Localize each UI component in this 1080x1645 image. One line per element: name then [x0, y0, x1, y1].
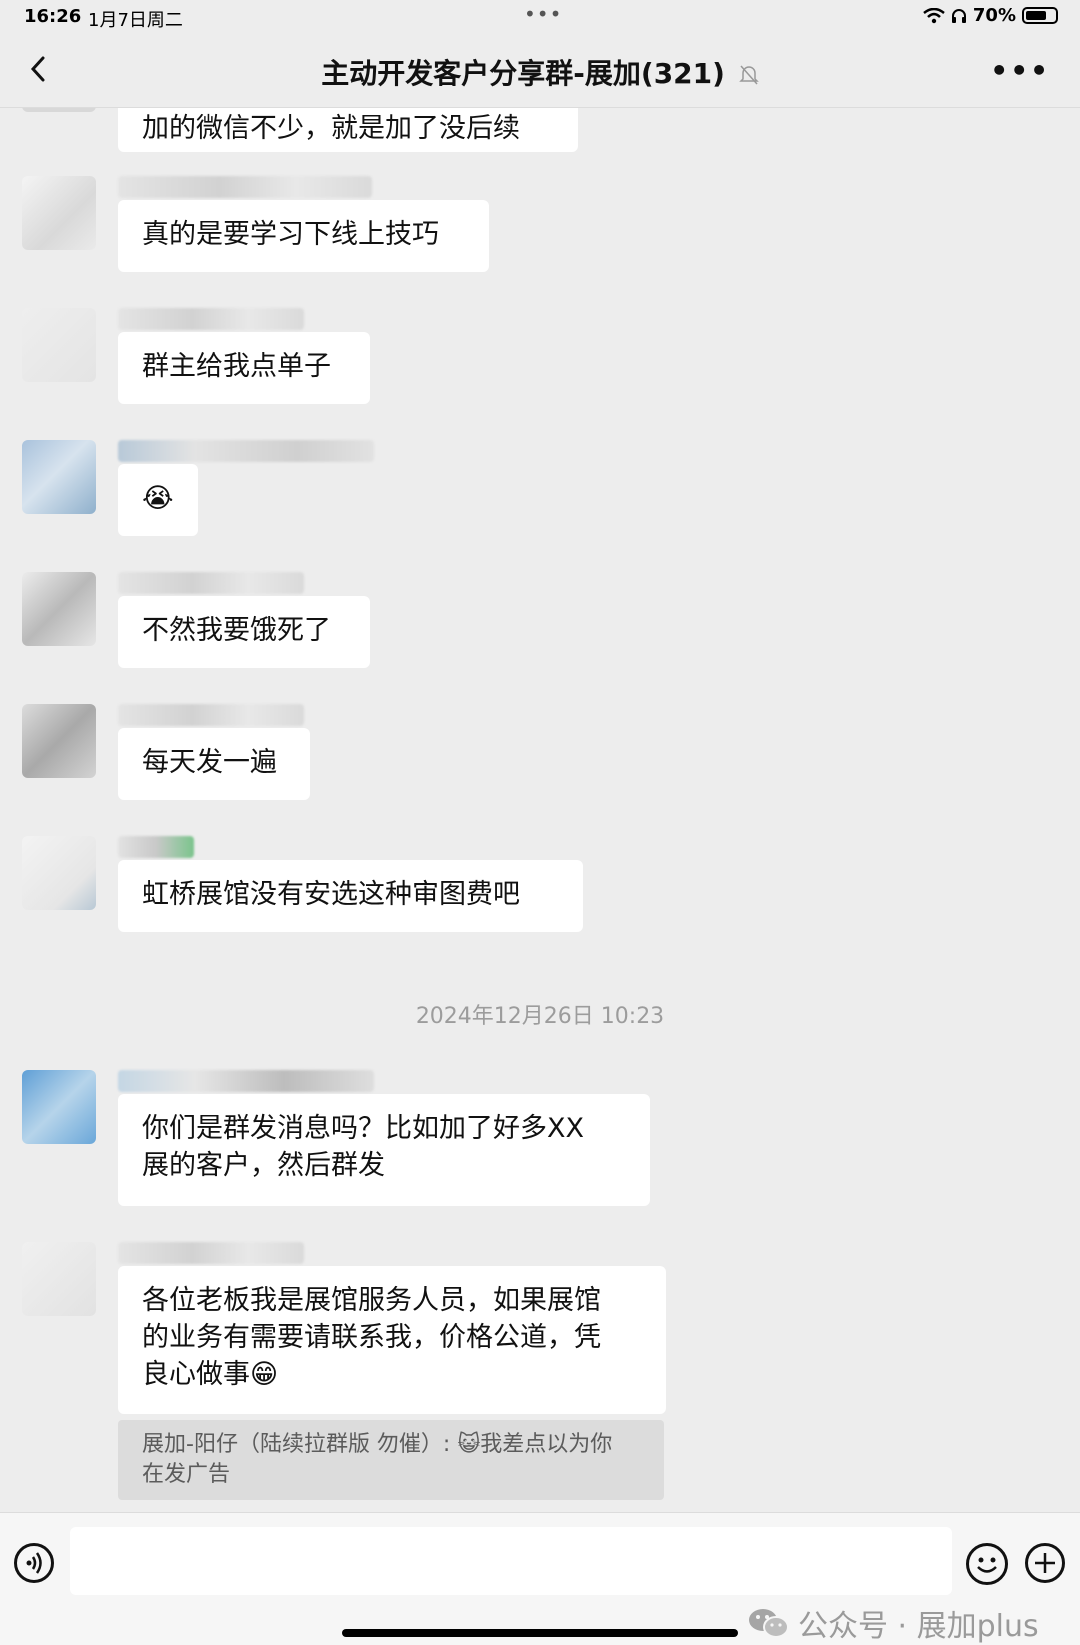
avatar[interactable] — [22, 440, 96, 514]
message-bubble[interactable]: 群主给我点单子 — [118, 332, 370, 404]
message-bubble[interactable]: 不然我要饿死了 — [118, 596, 370, 668]
message-bubble[interactable]: 每天发一遍 — [118, 728, 310, 800]
status-indicators: 70% — [923, 5, 1058, 26]
sender-name-blurred — [118, 176, 372, 198]
sender-name-blurred — [118, 440, 374, 462]
message-bubble[interactable]: 😭 — [118, 464, 198, 536]
multitasking-dots-icon[interactable]: ••• — [524, 2, 562, 26]
headphones-icon — [951, 8, 966, 23]
more-options-icon[interactable]: ••• — [990, 54, 1050, 87]
battery-percent: 70% — [972, 5, 1016, 26]
quoted-reply[interactable]: 展加-阳仔（陆续拉群版 勿催）: 😺我差点以为你 在发广告 — [118, 1420, 664, 1500]
avatar[interactable] — [22, 1242, 96, 1316]
status-bar: 16:26 1月7日周二 ••• 70% — [0, 0, 1080, 34]
avatar[interactable] — [22, 1070, 96, 1144]
sender-name-blurred — [118, 1070, 374, 1092]
avatar[interactable] — [22, 176, 96, 250]
sender-name-blurred — [118, 704, 304, 726]
message-bubble[interactable]: 虹桥展馆没有安选这种审图费吧 — [118, 860, 583, 932]
wechat-logo-icon — [749, 1609, 789, 1638]
message-bubble[interactable]: 你们是群发消息吗？比如加了好多XX 展的客户，然后群发 — [118, 1094, 650, 1206]
emoji-icon[interactable] — [966, 1543, 1008, 1585]
sender-name-blurred — [118, 836, 194, 858]
battery-fill — [1026, 11, 1046, 20]
sender-name-blurred — [118, 572, 304, 594]
add-attachment-icon[interactable] — [1025, 1543, 1065, 1583]
avatar[interactable] — [22, 308, 96, 382]
avatar[interactable] — [22, 572, 96, 646]
status-date: 1月7日周二 — [88, 10, 183, 31]
voice-waves-icon — [26, 1552, 42, 1574]
avatar[interactable] — [22, 836, 96, 910]
message-bubble[interactable]: 真的是要学习下线上技巧 — [118, 200, 489, 272]
voice-input-icon[interactable] — [14, 1543, 54, 1583]
plus-icon — [1035, 1553, 1055, 1573]
nav-bar: 主动开发客户分享群-展加(321) ••• — [0, 34, 1080, 108]
chat-title: 主动开发客户分享群-展加(321) — [0, 52, 1080, 92]
status-time: 16:26 — [24, 6, 82, 27]
home-indicator[interactable] — [342, 1629, 738, 1637]
smiley-face-icon — [977, 1557, 997, 1573]
sender-name-blurred — [118, 1242, 304, 1264]
chat-title-text: 主动开发客户分享群-展加(321) — [321, 57, 725, 90]
wifi-icon — [923, 7, 945, 23]
mute-bell-icon — [738, 65, 759, 85]
input-bar: 公众号 · 展加plus — [0, 1512, 1080, 1645]
message-bubble[interactable]: 各位老板我是展馆服务人员，如果展馆 的业务有需要请联系我，价格公道，凭 良心做事… — [118, 1266, 666, 1414]
chat-timestamp: 2024年12月26日 10:23 — [415, 1004, 665, 1029]
battery-icon — [1022, 7, 1058, 24]
watermark-text: 公众号 · 展加plus — [798, 1609, 1039, 1644]
sender-name-blurred — [118, 308, 304, 330]
message-input[interactable] — [70, 1527, 952, 1595]
quoted-reply-text: 展加-阳仔（陆续拉群版 勿催）: 😺我差点以为你 在发广告 — [142, 1432, 613, 1487]
watermark: 公众号 · 展加plus — [748, 1601, 1039, 1645]
avatar[interactable] — [22, 704, 96, 778]
